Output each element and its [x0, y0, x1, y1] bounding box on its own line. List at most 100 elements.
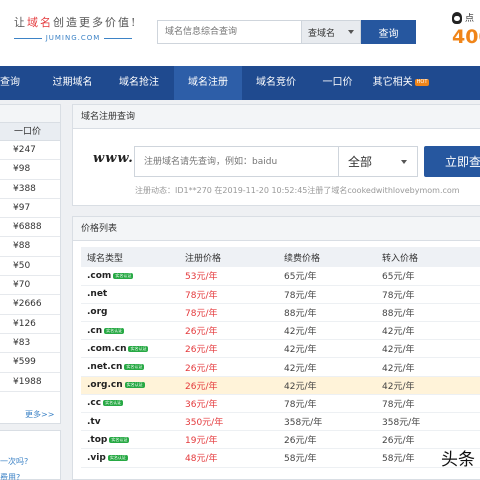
renew-price-cell: 26元/年	[278, 430, 376, 450]
table-header-row: 域名类型 注册价格 续费价格 转入价格	[81, 247, 480, 267]
real-name-badge: 实名认证	[113, 272, 134, 279]
nav-item-domain-register[interactable]: 域名注册	[174, 66, 242, 100]
register-price-cell: 350元/年	[179, 412, 278, 432]
real-name-badge: 实名认证	[104, 327, 125, 334]
price-list-panel: 价格列表 域名类型 注册价格 续费价格 转入价格 .com 实名认证 53元/年 65…	[72, 216, 480, 480]
domain-type-cell: .cn 实名认证	[81, 321, 179, 341]
nav-item-fixed-price[interactable]: 一口价	[310, 66, 365, 100]
nav-item-other[interactable]: 其它相关 HOT	[365, 66, 437, 100]
column-header: 转入价格	[376, 247, 480, 267]
domain-extension[interactable]: .cc	[87, 398, 101, 408]
list-item[interactable]: ¥2666	[0, 295, 60, 315]
header-search: 查域名 查询	[157, 20, 416, 44]
list-item[interactable]: ¥6888	[0, 218, 60, 238]
renew-price-cell: 42元/年	[278, 357, 376, 377]
transfer-price-cell: 42元/年	[376, 357, 480, 377]
table-row: .com 实名认证 53元/年 65元/年 65元/年	[81, 267, 480, 286]
domain-extension[interactable]: .com.cn	[87, 344, 126, 354]
nav-item-expired-domains[interactable]: 过期域名	[41, 66, 104, 100]
transfer-price-cell: 65元/年	[376, 267, 480, 286]
nav-item-auction[interactable]: 域名竞价	[242, 66, 310, 100]
hot-badge: HOT	[414, 79, 430, 86]
table-row: .net 78元/年 78元/年 78元/年	[81, 285, 480, 304]
domain-type-cell: .tv	[81, 412, 179, 432]
table-row: .net.cn 实名认证 26元/年 42元/年 42元/年	[81, 357, 480, 377]
register-price-cell: 26元/年	[179, 357, 278, 377]
domain-type-cell: .net.cn 实名认证	[81, 357, 179, 377]
real-name-badge: 实名认证	[124, 382, 145, 389]
more-link[interactable]: 更多>>	[25, 409, 54, 420]
real-name-badge: 实名认证	[103, 400, 124, 407]
sidebar-top	[0, 105, 60, 123]
domain-type-cell: .top 实名认证	[81, 430, 179, 450]
list-item[interactable]: ¥388	[0, 180, 60, 199]
watermark: 头条	[441, 450, 475, 470]
register-price-cell: 26元/年	[179, 376, 278, 395]
suffix-select[interactable]: 全部	[338, 146, 418, 177]
domain-register-input[interactable]	[134, 146, 338, 177]
faq-link[interactable]: 一次吗?	[0, 456, 28, 467]
transfer-price-cell: 42元/年	[376, 321, 480, 341]
renew-price-cell: 78元/年	[278, 285, 376, 304]
domain-register-panel: 域名注册查询 www. 全部 立即查询 注册动态：ID1**270 在2019-…	[72, 104, 480, 206]
transfer-price-cell: 42元/年	[376, 339, 480, 359]
nav-item-snap-up[interactable]: 域名抢注	[104, 66, 174, 100]
domain-extension[interactable]: .tv	[87, 417, 101, 427]
list-item[interactable]: ¥98	[0, 160, 60, 180]
list-item[interactable]: ¥83	[0, 334, 60, 354]
domain-extension[interactable]: .net.cn	[87, 362, 122, 372]
main-nav: 查询 过期域名 域名抢注 域名注册 域名竞价 一口价 其它相关 HOT	[0, 66, 480, 100]
column-header: 注册价格	[179, 247, 278, 267]
price-table: 域名类型 注册价格 续费价格 转入价格 .com 实名认证 53元/年 65元/年 65…	[81, 247, 480, 468]
real-name-badge: 实名认证	[107, 454, 128, 461]
price-panel-title: 价格列表	[73, 217, 480, 241]
list-item[interactable]: ¥1988	[0, 373, 60, 392]
domain-extension[interactable]: .top	[87, 435, 107, 445]
www-prefix: www.	[93, 151, 134, 166]
domain-extension[interactable]: .org.cn	[87, 380, 123, 390]
real-name-badge: 实名认证	[109, 436, 130, 443]
domain-extension[interactable]: .cn	[87, 326, 102, 336]
table-row: .tv 350元/年 358元/年 358元/年	[81, 412, 480, 432]
list-item[interactable]: ¥70	[0, 276, 60, 296]
register-price-cell: 78元/年	[179, 303, 278, 323]
domain-type-cell: .net	[81, 285, 179, 304]
renew-price-cell: 42元/年	[278, 376, 376, 395]
list-item[interactable]: ¥126	[0, 315, 60, 334]
renew-price-cell: 58元/年	[278, 448, 376, 468]
register-price-cell: 48元/年	[179, 448, 278, 468]
search-input[interactable]	[157, 20, 301, 44]
transfer-price-cell: 78元/年	[376, 394, 480, 414]
search-type-select[interactable]: 查域名	[301, 20, 361, 44]
chevron-down-icon	[348, 30, 354, 34]
sidebar-list: ¥247 ¥98 ¥388 ¥97 ¥6888 ¥88 ¥50 ¥70 ¥266…	[0, 141, 60, 392]
register-price-cell: 53元/年	[179, 267, 278, 286]
qq-contact[interactable]: 点	[452, 11, 474, 24]
list-item[interactable]: ¥88	[0, 237, 60, 257]
real-name-badge: 实名认证	[128, 345, 149, 352]
register-activity: 注册动态：ID1**270 在2019-11-20 10:52:45注册了域名c…	[135, 186, 460, 195]
renew-price-cell: 42元/年	[278, 339, 376, 359]
domain-type-cell: .vip 实名认证	[81, 448, 179, 468]
table-row: .cc 实名认证 36元/年 78元/年 78元/年	[81, 394, 480, 414]
list-item[interactable]: ¥599	[0, 353, 60, 373]
faq-link[interactable]: 费用?	[0, 472, 20, 480]
list-item[interactable]: ¥50	[0, 257, 60, 277]
nav-item-query[interactable]: 查询	[0, 66, 41, 100]
domain-type-cell: .com 实名认证	[81, 267, 179, 286]
table-row: .top 实名认证 19元/年 26元/年 26元/年	[81, 430, 480, 450]
register-price-cell: 19元/年	[179, 430, 278, 450]
search-button[interactable]: 查询	[361, 20, 416, 44]
domain-extension[interactable]: .com	[87, 271, 111, 281]
column-header: 续费价格	[278, 247, 376, 267]
transfer-price-cell: 88元/年	[376, 303, 480, 323]
register-query-button[interactable]: 立即查询	[424, 146, 480, 177]
site-logo[interactable]: 让域名创造更多价值! JUMING.COM	[14, 14, 135, 42]
domain-extension[interactable]: .vip	[87, 453, 106, 463]
renew-price-cell: 78元/年	[278, 394, 376, 414]
list-item[interactable]: ¥97	[0, 199, 60, 219]
domain-extension[interactable]: .net	[87, 289, 107, 299]
list-item[interactable]: ¥247	[0, 141, 60, 161]
domain-type-cell: .cc 实名认证	[81, 394, 179, 414]
domain-extension[interactable]: .org	[87, 307, 107, 317]
